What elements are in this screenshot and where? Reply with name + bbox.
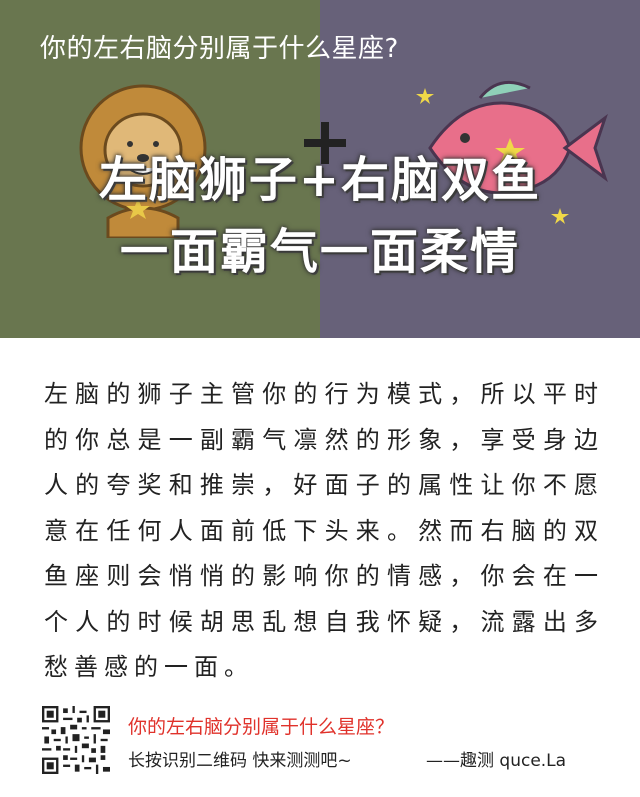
hero-banner: 你的左右脑分别属于什么星座? 左脑狮子+右脑双鱼 一面霸气一面柔情 <box>0 0 640 338</box>
plus-icon <box>304 122 346 164</box>
footer-question: 你的左右脑分别属于什么星座？ <box>128 716 395 738</box>
footer-hint: 长按识别二维码 快来测测吧~ <box>128 751 352 771</box>
footer: 你的左右脑分别属于什么星座？ 长按识别二维码 快来测测吧~ ——趣测 quce.… <box>0 690 640 797</box>
qr-code-icon[interactable] <box>42 706 110 774</box>
share-card: 你的左右脑分别属于什么星座? 左脑狮子+右脑双鱼 一面霸气一面柔情 左脑的狮子主… <box>0 0 640 797</box>
headline-line-2: 一面霸气一面柔情 <box>119 224 520 280</box>
footer-brand: ——趣测 quce.La <box>426 751 567 771</box>
description-paragraph: 左脑的狮子主管你的行为模式，所以平时的你总是一副霸气凛然的形象，享受身边人的夸奖… <box>44 380 604 681</box>
hero-question: 你的左右脑分别属于什么星座? <box>40 34 399 64</box>
